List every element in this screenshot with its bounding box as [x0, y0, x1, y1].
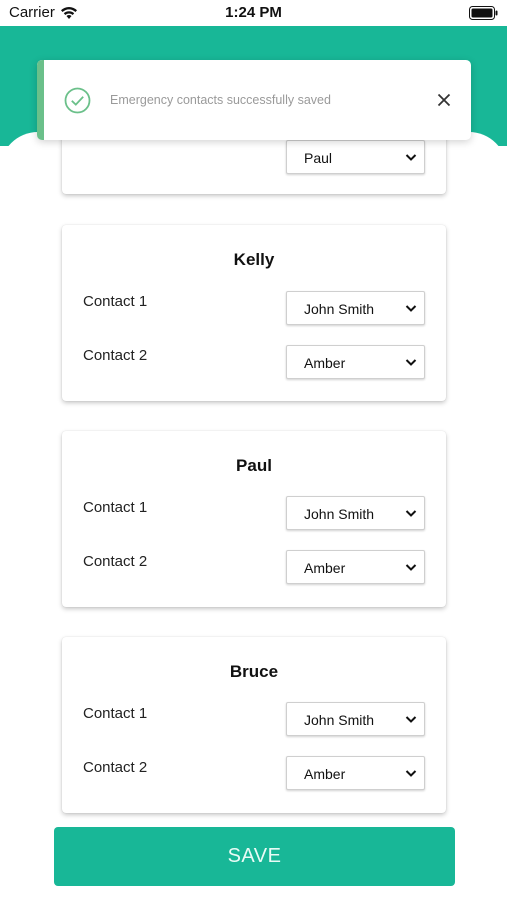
select-value: Amber [304, 560, 346, 576]
select-value: Amber [304, 766, 346, 782]
check-circle-icon [64, 87, 91, 114]
select-value: Amber [304, 355, 346, 371]
select-value: John Smith [304, 301, 375, 317]
chevron-down-icon [405, 305, 417, 312]
status-time: 1:24 PM [225, 4, 282, 21]
contact-label: Contact 2 [83, 759, 148, 776]
battery-icon [469, 6, 498, 20]
contact-label: Contact 2 [83, 347, 148, 364]
contact-select[interactable]: John Smith [286, 291, 425, 325]
select-value: John Smith [304, 506, 375, 522]
success-toast: Emergency contacts successfully saved [37, 60, 471, 140]
chevron-down-icon [405, 770, 417, 777]
chevron-down-icon [405, 154, 417, 161]
status-bar: Carrier 1:24 PM [0, 0, 507, 26]
contact-select[interactable]: Amber [286, 550, 425, 584]
contact-card: Paul Contact 1 John Smith Contact 2 Ambe… [62, 431, 446, 607]
contact-label: Contact 1 [83, 705, 148, 722]
chevron-down-icon [405, 510, 417, 517]
save-button[interactable]: SAVE [54, 827, 455, 886]
contact-card: Kelly Contact 1 John Smith Contact 2 Amb… [62, 225, 446, 401]
contact-select[interactable]: John Smith [286, 702, 425, 736]
contact-select[interactable]: John Smith [286, 496, 425, 530]
contact-label: Contact 1 [83, 293, 148, 310]
contact-select[interactable]: Paul [286, 140, 425, 174]
contact-select[interactable]: Amber [286, 345, 425, 379]
toast-accent-bar [37, 60, 44, 140]
close-icon[interactable] [437, 93, 451, 107]
chevron-down-icon [405, 359, 417, 366]
card-title: Paul [236, 456, 272, 475]
toast-message: Emergency contacts successfully saved [110, 93, 331, 107]
contact-label: Contact 1 [83, 499, 148, 516]
chevron-down-icon [405, 564, 417, 571]
contact-label: Contact 2 [83, 553, 148, 570]
contact-select[interactable]: Amber [286, 756, 425, 790]
card-title: Kelly [233, 250, 275, 269]
card-title: Bruce [229, 662, 279, 681]
chevron-down-icon [405, 716, 417, 723]
contact-card: Bruce Contact 1 John Smith Contact 2 Amb… [62, 637, 446, 813]
select-value: Paul [304, 150, 333, 166]
select-value: John Smith [304, 712, 375, 728]
